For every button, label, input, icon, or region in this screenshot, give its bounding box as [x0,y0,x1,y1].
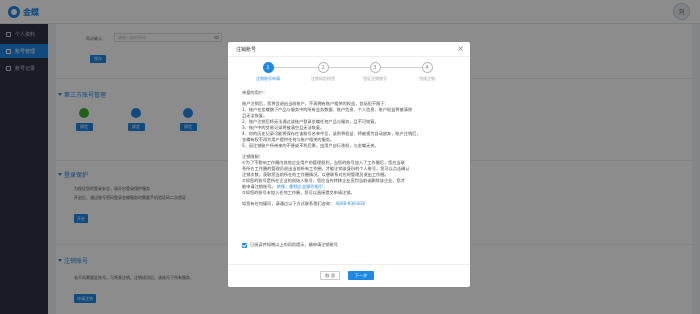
step-4: 4 完成注销 [402,62,452,82]
modal-footer-divider [228,264,470,265]
contact-phone[interactable]: 4008-836-836 [335,201,365,206]
modal-title: 注销账号 [236,47,257,53]
step-number: 3 [369,62,381,73]
close-icon[interactable]: × [457,44,464,54]
agree-checkbox[interactable] [242,242,247,248]
modal-header: 注销账号 × [228,42,470,57]
cancel-account-modal: 注销账号 × 1 注销账号申请 2 注销风险校验 3 验证注销账号 4 完成注销… [228,42,470,287]
agree-row[interactable]: 已阅读并知晓以上的风险提示，确申请注销账号 [242,242,338,248]
cancel-button[interactable]: 取 消 [320,271,340,280]
contact-line: 如您有任何疑问，请通过以下方式联系我们咨询： 4008-836-836 [242,201,456,207]
step-label: 完成注销 [419,76,435,81]
step-3: 3 验证注销账号 [350,62,400,82]
step-label: 注销账号申请 [256,76,280,81]
progress-steps: 1 注销账号申请 2 注销风险校验 3 验证注销账号 4 完成注销 [228,62,470,86]
contact-text: 如您有任何疑问，请通过以下方式联系我们咨询： [242,201,335,206]
step-label: 注销风险校验 [311,76,335,81]
step-number: 4 [421,62,433,73]
restriction-text: 能申请注销账号。 [242,184,276,189]
step-number: 2 [317,62,329,73]
step-2: 2 注销风险校验 [298,62,348,82]
next-step-button[interactable]: 下一步 [348,271,374,280]
step-label: 验证注销账号 [363,76,387,81]
modal-body: 亲爱的用户： 账户注销后，您将会退出当前账户，不再拥有账户相关的权益，包括但不限… [242,90,456,207]
agree-text: 已阅读并知晓以上的风险提示，确申请注销账号 [250,242,338,247]
step-number: 1 [262,62,274,73]
step-1: 1 注销账号申请 [243,62,293,82]
transfer-guide-link[interactable]: 转移、删除企业操作指引 [277,184,323,189]
